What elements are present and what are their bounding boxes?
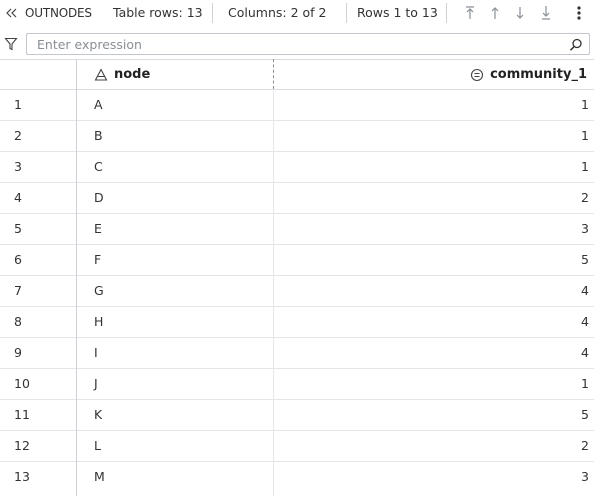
- table-row[interactable]: 9 I 4: [0, 338, 594, 369]
- row-number: 13: [14, 469, 30, 484]
- toolbar-divider: [346, 3, 347, 23]
- community-cell[interactable]: 1: [581, 90, 589, 120]
- table-row[interactable]: 10 J 1: [0, 369, 594, 400]
- filter-expression-input[interactable]: [26, 33, 590, 55]
- row-number: 2: [14, 128, 22, 143]
- row-number: 12: [14, 438, 30, 453]
- table-row[interactable]: 4 D 2: [0, 183, 594, 214]
- column-header-community[interactable]: community_1: [274, 60, 592, 89]
- node-cell[interactable]: E: [94, 214, 102, 244]
- community-cell[interactable]: 3: [581, 462, 589, 492]
- row-number: 4: [14, 190, 22, 205]
- row-number: 3: [14, 159, 22, 174]
- community-cell[interactable]: 4: [581, 338, 589, 368]
- character-type-icon: [94, 67, 108, 82]
- filter-bar: [0, 32, 594, 57]
- table-row[interactable]: 8 H 4: [0, 307, 594, 338]
- community-cell[interactable]: 5: [581, 245, 589, 275]
- rows-range: Rows 1 to 13: [357, 5, 438, 20]
- table-row[interactable]: 3 C 1: [0, 152, 594, 183]
- first-page-icon[interactable]: [462, 4, 478, 22]
- node-cell[interactable]: G: [94, 276, 104, 306]
- column-header-label: node: [114, 67, 151, 82]
- row-number: 7: [14, 283, 22, 298]
- community-cell[interactable]: 4: [581, 307, 589, 337]
- node-cell[interactable]: F: [94, 245, 101, 275]
- node-cell[interactable]: B: [94, 121, 103, 151]
- table-row[interactable]: 13 M 3: [0, 462, 594, 493]
- numeric-type-icon: [470, 68, 484, 82]
- data-grid: node community_1 1A1 2B1 3C1 4D2 5E3 6F5…: [0, 59, 594, 496]
- community-cell[interactable]: 2: [581, 183, 589, 213]
- more-options-icon[interactable]: [574, 4, 584, 22]
- column-divider: [76, 59, 77, 496]
- row-number: 9: [14, 345, 22, 360]
- column-header-label: community_1: [490, 67, 587, 82]
- grid-body: 1A1 2B1 3C1 4D2 5E3 6F5 7G4 8H4 9I4 10 J 1…: [0, 90, 594, 493]
- dataset-name: OUTNODES: [25, 6, 92, 20]
- toolbar-divider: [212, 3, 213, 23]
- toolbar-divider: [446, 3, 447, 23]
- table-row[interactable]: 1 A 1: [0, 90, 594, 121]
- community-cell[interactable]: 2: [581, 431, 589, 461]
- table-row[interactable]: 6 F 5: [0, 245, 594, 276]
- table-row[interactable]: 11 K 5: [0, 400, 594, 431]
- community-cell[interactable]: 4: [581, 276, 589, 306]
- node-cell[interactable]: C: [94, 152, 103, 182]
- node-cell[interactable]: K: [94, 400, 102, 430]
- row-number: 6: [14, 252, 22, 267]
- node-cell[interactable]: J: [94, 369, 98, 399]
- node-cell[interactable]: L: [94, 431, 101, 461]
- row-number: 1: [14, 97, 22, 112]
- table-row[interactable]: 12 L 2: [0, 431, 594, 462]
- column-header-node[interactable]: node: [76, 60, 273, 89]
- node-cell[interactable]: M: [94, 462, 105, 492]
- community-cell[interactable]: 3: [581, 214, 589, 244]
- column-divider: [273, 89, 274, 496]
- last-page-icon[interactable]: [538, 4, 554, 22]
- community-cell[interactable]: 1: [581, 121, 589, 151]
- collapse-icon[interactable]: [4, 5, 18, 21]
- row-number: 5: [14, 221, 22, 236]
- node-cell[interactable]: I: [94, 338, 98, 368]
- search-icon[interactable]: [568, 37, 584, 53]
- community-cell[interactable]: 1: [581, 369, 589, 399]
- grid-header: node community_1: [0, 59, 594, 90]
- table-row[interactable]: 2 B 1: [0, 121, 594, 152]
- row-number: 8: [14, 314, 22, 329]
- previous-page-icon[interactable]: [487, 4, 503, 22]
- node-cell[interactable]: D: [94, 183, 104, 213]
- table-toolbar: OUTNODES Table rows: 13 Columns: 2 of 2 …: [0, 0, 594, 27]
- table-row[interactable]: 7 G 4: [0, 276, 594, 307]
- node-cell[interactable]: H: [94, 307, 103, 337]
- column-resize-handle[interactable]: [273, 59, 274, 89]
- community-cell[interactable]: 1: [581, 152, 589, 182]
- community-cell[interactable]: 5: [581, 400, 589, 430]
- row-number: 11: [14, 407, 30, 422]
- table-rows-count: Table rows: 13: [113, 5, 203, 20]
- node-cell[interactable]: A: [94, 90, 103, 120]
- row-number: 10: [14, 376, 30, 391]
- table-row[interactable]: 5 E 3: [0, 214, 594, 245]
- columns-count[interactable]: Columns: 2 of 2: [228, 5, 326, 20]
- filter-icon[interactable]: [4, 36, 18, 52]
- next-page-icon[interactable]: [512, 4, 528, 22]
